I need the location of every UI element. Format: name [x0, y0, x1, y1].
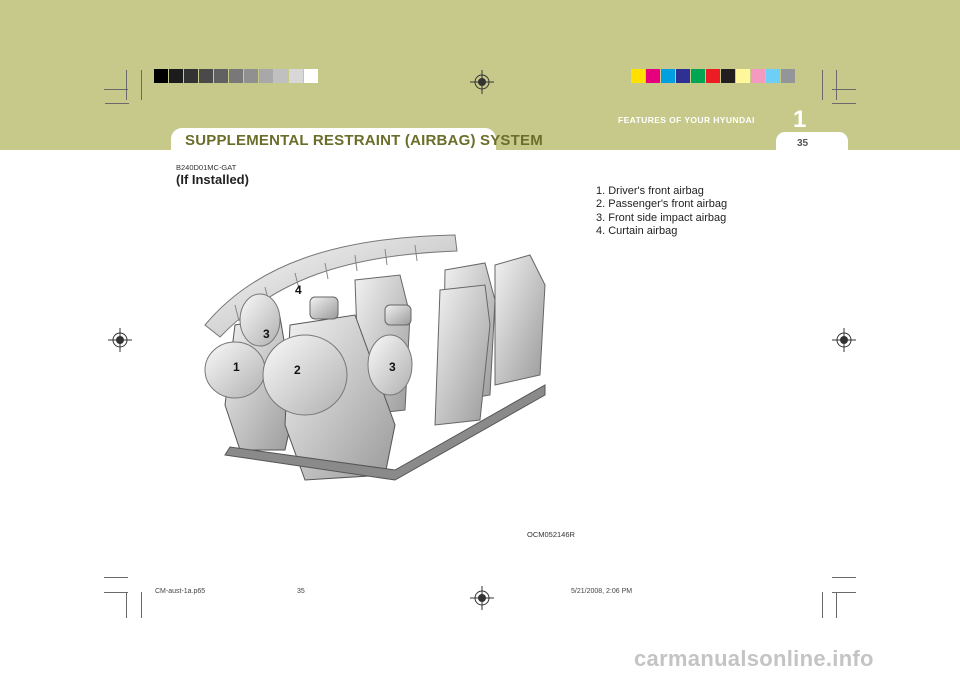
color-swatch [661, 69, 675, 83]
figure-label-curtain-airbag: 4 [295, 283, 302, 297]
crop-mark [832, 577, 856, 578]
color-swatch [766, 69, 780, 83]
crop-mark [104, 592, 128, 593]
crop-mark [832, 103, 856, 104]
color-swatch [214, 69, 228, 83]
chapter-number: 1 [793, 106, 807, 133]
crop-mark [822, 592, 823, 618]
color-swatch [646, 69, 660, 83]
registration-mark-icon [470, 586, 494, 610]
headrest [384, 304, 412, 326]
footer-date: 5/21/2008, 2:06 PM [571, 588, 633, 595]
crop-mark [836, 70, 837, 100]
passenger-front-airbag [262, 334, 348, 416]
color-swatch [691, 69, 705, 83]
color-swatch [154, 69, 168, 83]
registration-mark-icon [832, 328, 856, 352]
color-swatch [676, 69, 690, 83]
color-swatch [199, 69, 213, 83]
color-swatch [229, 69, 243, 83]
watermark: carmanualsonline.info [634, 646, 874, 671]
legend-item: 1. Driver's front airbag [596, 185, 704, 197]
crop-mark [105, 103, 129, 104]
section-code: B240D01MC-GAT [176, 163, 237, 172]
color-swatch [259, 69, 273, 83]
chapter-name: FEATURES OF YOUR HYUNDAI [618, 115, 755, 125]
airbag-legend: 1. Driver's front airbag 2. Passenger's … [596, 185, 727, 239]
crop-mark [141, 70, 142, 100]
crop-mark [832, 592, 856, 593]
crop-mark [126, 592, 127, 618]
grayscale-color-bar [154, 69, 319, 83]
registration-mark-icon [470, 70, 494, 94]
color-swatch [169, 69, 183, 83]
footer-file-name: CM-aust-1a.p65 [155, 588, 206, 595]
crop-mark [822, 70, 823, 100]
figure-label-side-airbag: 3 [263, 327, 270, 341]
legend-item: 3. Front side impact airbag [596, 211, 727, 224]
color-swatch [184, 69, 198, 83]
section-title: SUPPLEMENTAL RESTRAINT (AIRBAG) SYSTEM [185, 132, 543, 149]
color-swatch [274, 69, 288, 83]
figure-label-side-airbag: 3 [389, 360, 396, 374]
color-swatch [751, 69, 765, 83]
headrest [309, 296, 339, 320]
page-number: 35 [797, 138, 809, 149]
crop-mark [836, 592, 837, 618]
page-number-tab [776, 132, 848, 150]
color-swatch [631, 69, 645, 83]
figure-label-passenger-airbag: 2 [294, 363, 301, 377]
rear-seat [494, 254, 546, 386]
footer-page: 35 [297, 588, 305, 595]
side-impact-airbag [239, 293, 281, 347]
registration-mark-icon [108, 328, 132, 352]
crop-mark [832, 89, 856, 90]
color-swatch [289, 69, 303, 83]
color-swatch [781, 69, 795, 83]
color-swatch [736, 69, 750, 83]
crop-mark [126, 70, 127, 100]
color-swatch [244, 69, 258, 83]
figure-label-driver-airbag: 1 [233, 360, 240, 374]
crop-mark [141, 592, 142, 618]
legend-item: 2. Passenger's front airbag [596, 198, 728, 211]
middle-seat [434, 284, 491, 426]
crop-mark [104, 577, 128, 578]
crop-mark [104, 89, 128, 90]
color-swatch [721, 69, 735, 83]
process-color-bar [631, 69, 796, 83]
legend-item: 4. Curtain airbag [596, 225, 678, 238]
color-swatch [706, 69, 720, 83]
color-swatch [304, 69, 318, 83]
subtitle: (If Installed) [176, 172, 249, 187]
figure-code: OCM052146R [527, 530, 575, 539]
